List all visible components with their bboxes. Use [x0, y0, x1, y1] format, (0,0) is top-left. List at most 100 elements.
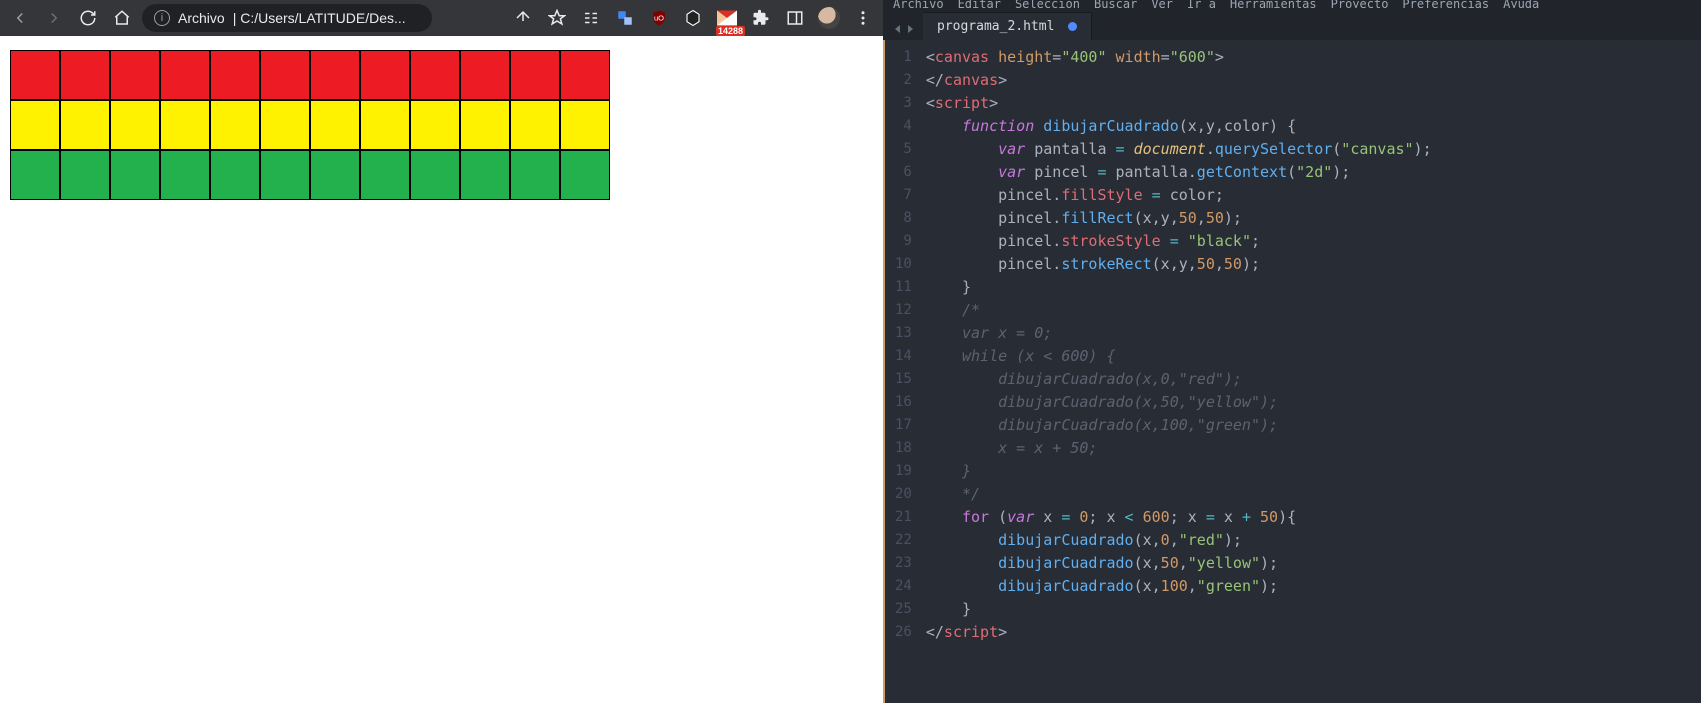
kebab-icon	[854, 9, 872, 27]
menu-item[interactable]: Selección	[1015, 0, 1080, 8]
code-line[interactable]: x = x + 50;	[926, 437, 1432, 460]
grid-cell	[110, 150, 160, 200]
grid-cell	[410, 150, 460, 200]
editor-menu-bar[interactable]: Archivo Editar Selección Buscar Ver Ir a Herra…	[883, 0, 1701, 8]
code-line[interactable]: dibujarCuadrado(x,100,"green");	[926, 575, 1432, 598]
code-area[interactable]: 1234567891011121314151617181920212223242…	[883, 40, 1701, 703]
code-line[interactable]: for (var x = 0; x < 600; x = x + 50){	[926, 506, 1432, 529]
code-line[interactable]: var pincel = pantalla.getContext("2d");	[926, 161, 1432, 184]
code-line[interactable]: </canvas>	[926, 69, 1432, 92]
editor-window: Archivo Editar Selección Buscar Ver Ir a Herra…	[883, 0, 1701, 703]
grid-cell	[160, 150, 210, 200]
grid-row	[10, 50, 873, 100]
code-line[interactable]: }	[926, 460, 1432, 483]
menu-item[interactable]: Proyecto	[1331, 0, 1389, 8]
menu-item[interactable]: Preferencias	[1402, 0, 1489, 8]
code-content[interactable]: <canvas height="400" width="600"></canva…	[926, 40, 1432, 703]
code-line[interactable]: var x = 0;	[926, 322, 1432, 345]
grid-cell	[60, 100, 110, 150]
code-line[interactable]: </script>	[926, 621, 1432, 644]
grid-cell	[10, 150, 60, 200]
ext-hex[interactable]	[679, 4, 707, 32]
code-line[interactable]: dibujarCuadrado(x,50,"yellow");	[926, 391, 1432, 414]
mail-badge-count: 14288	[716, 26, 745, 36]
line-number: 26	[895, 621, 912, 644]
reader-button[interactable]	[577, 4, 605, 32]
line-number: 22	[895, 529, 912, 552]
grid-cell	[110, 100, 160, 150]
browser-window: i Archivo | C:/Users/LATITUDE/Des... uO	[0, 0, 883, 703]
share-button[interactable]	[509, 4, 537, 32]
menu-item[interactable]: Ir a	[1187, 0, 1216, 8]
line-number: 16	[895, 391, 912, 414]
line-number: 5	[895, 138, 912, 161]
code-line[interactable]: dibujarCuadrado(x,100,"green");	[926, 414, 1432, 437]
code-line[interactable]: }	[926, 598, 1432, 621]
back-button[interactable]	[6, 4, 34, 32]
code-line[interactable]: }	[926, 276, 1432, 299]
line-number: 19	[895, 460, 912, 483]
home-button[interactable]	[108, 4, 136, 32]
grid-cell	[160, 100, 210, 150]
star-icon	[548, 9, 566, 27]
share-icon	[514, 9, 532, 27]
grid-cell	[410, 100, 460, 150]
menu-item[interactable]: Editar	[958, 0, 1001, 8]
line-number: 6	[895, 161, 912, 184]
browser-toolbar: i Archivo | C:/Users/LATITUDE/Des... uO	[0, 0, 883, 36]
tab-label: programa_2.html	[937, 19, 1054, 34]
grid-cell	[560, 100, 610, 150]
menu-item[interactable]: Herramientas	[1230, 0, 1317, 8]
mail-ext[interactable]: 14288	[713, 4, 741, 32]
tab-file[interactable]: programa_2.html	[923, 12, 1092, 40]
bookmark-button[interactable]	[543, 4, 571, 32]
grid-cell	[460, 50, 510, 100]
sidepanel-button[interactable]	[781, 4, 809, 32]
code-line[interactable]: pincel.strokeRect(x,y,50,50);	[926, 253, 1432, 276]
forward-button[interactable]	[40, 4, 68, 32]
ublock-ext[interactable]: uO	[645, 4, 673, 32]
menu-button[interactable]	[849, 4, 877, 32]
grid-cell	[210, 150, 260, 200]
translate-icon	[616, 9, 634, 27]
code-line[interactable]: pincel.fillStyle = color;	[926, 184, 1432, 207]
code-line[interactable]: <canvas height="400" width="600">	[926, 46, 1432, 69]
translate-ext[interactable]	[611, 4, 639, 32]
grid-cell	[310, 150, 360, 200]
code-line[interactable]: while (x < 600) {	[926, 345, 1432, 368]
line-number: 25	[895, 598, 912, 621]
grid-cell	[560, 50, 610, 100]
code-line[interactable]: <script>	[926, 92, 1432, 115]
site-info-icon[interactable]: i	[154, 10, 170, 26]
line-number: 13	[895, 322, 912, 345]
grid-cell	[210, 50, 260, 100]
code-line[interactable]: /*	[926, 299, 1432, 322]
line-number: 15	[895, 368, 912, 391]
code-line[interactable]: dibujarCuadrado(x,50,"yellow");	[926, 552, 1432, 575]
code-line[interactable]: dibujarCuadrado(x,0,"red");	[926, 529, 1432, 552]
grid-cell	[60, 50, 110, 100]
canvas-output	[10, 50, 873, 200]
code-line[interactable]: dibujarCuadrado(x,0,"red");	[926, 368, 1432, 391]
profile-button[interactable]	[815, 4, 843, 32]
url-prefix: Archivo	[178, 10, 225, 26]
grid-cell	[460, 150, 510, 200]
line-number: 17	[895, 414, 912, 437]
home-icon	[113, 9, 131, 27]
triangle-left-icon	[893, 24, 903, 34]
code-line[interactable]: pincel.fillRect(x,y,50,50);	[926, 207, 1432, 230]
menu-item[interactable]: Archivo	[893, 0, 944, 8]
menu-item[interactable]: Buscar	[1094, 0, 1137, 8]
code-line[interactable]: pincel.strokeStyle = "black";	[926, 230, 1432, 253]
grid-cell	[460, 100, 510, 150]
grid-cell	[360, 50, 410, 100]
reload-button[interactable]	[74, 4, 102, 32]
menu-item[interactable]: Ver	[1151, 0, 1173, 8]
code-line[interactable]: function dibujarCuadrado(x,y,color) {	[926, 115, 1432, 138]
tab-nav[interactable]	[889, 24, 923, 40]
extensions-button[interactable]	[747, 4, 775, 32]
url-bar[interactable]: i Archivo | C:/Users/LATITUDE/Des...	[142, 4, 432, 32]
menu-item[interactable]: Ayuda	[1503, 0, 1539, 8]
code-line[interactable]: var pantalla = document.querySelector("c…	[926, 138, 1432, 161]
code-line[interactable]: */	[926, 483, 1432, 506]
